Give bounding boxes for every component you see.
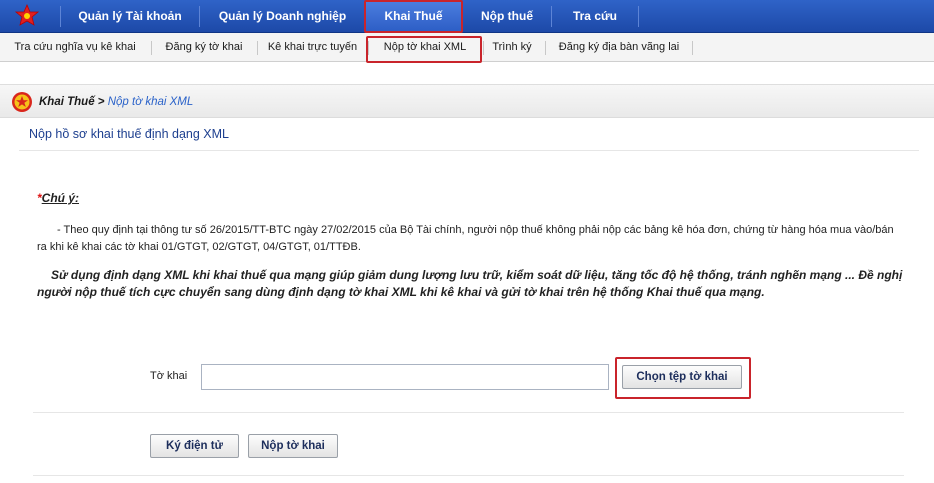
submit-declaration-button[interactable]: Nộp tờ khai bbox=[248, 434, 338, 458]
note-paragraph-1: - Theo quy định tại thông tư số 26/2015/… bbox=[37, 224, 894, 253]
breadcrumb-separator: > bbox=[94, 96, 108, 108]
topnav-quan-ly-tai-khoan[interactable]: Quản lý Tài khoản bbox=[61, 0, 199, 33]
digital-sign-button[interactable]: Ký điện tử bbox=[150, 434, 239, 458]
breadcrumb-bar: Khai Thuế > Nộp tờ khai XML bbox=[0, 84, 934, 118]
topnav-tra-cuu[interactable]: Tra cứu bbox=[552, 0, 638, 33]
breadcrumb: Khai Thuế > Nộp tờ khai XML bbox=[39, 85, 193, 119]
to-khai-label: Tờ khai bbox=[150, 370, 188, 382]
note-paragraph-2: Sử dụng định dạng XML khi khai thuế qua … bbox=[37, 268, 903, 299]
sub-navigation-bar: Tra cứu nghĩa vụ kê khai Đăng ký tờ khai… bbox=[0, 33, 934, 62]
subnav-trinh-ky[interactable]: Trình ký bbox=[486, 33, 538, 62]
note-heading: *Chú ý: bbox=[37, 191, 79, 205]
emblem-icon bbox=[14, 4, 40, 26]
subnav-ke-khai-truc-tuyen[interactable]: Kê khai trực tuyến bbox=[261, 33, 364, 62]
national-emblem-icon bbox=[12, 92, 32, 112]
divider bbox=[33, 475, 904, 476]
subnav-tra-cuu-nghia-vu[interactable]: Tra cứu nghĩa vụ kê khai bbox=[3, 33, 147, 62]
breadcrumb-current: Nộp tờ khai XML bbox=[107, 96, 194, 108]
page-title: Nộp hồ sơ khai thuế định dạng XML bbox=[29, 127, 229, 141]
topnav-nop-thue[interactable]: Nộp thuế bbox=[463, 0, 551, 33]
topnav-khai-thue[interactable]: Khai Thuế bbox=[366, 0, 461, 33]
note-heading-text: Chú ý: bbox=[41, 191, 80, 205]
breadcrumb-parent[interactable]: Khai Thuế bbox=[39, 96, 95, 108]
topnav-quan-ly-doanh-nghiep[interactable]: Quản lý Doanh nghiệp bbox=[200, 0, 365, 33]
subnav-dang-ky-dia-ban-vang-lai[interactable]: Đăng ký địa bàn vãng lai bbox=[549, 33, 689, 62]
divider bbox=[19, 150, 919, 151]
divider bbox=[33, 412, 904, 413]
subnav-dang-ky-to-khai[interactable]: Đăng ký tờ khai bbox=[155, 33, 253, 62]
choose-file-button[interactable]: Chọn tệp tờ khai bbox=[622, 365, 742, 389]
top-navigation-bar: Quản lý Tài khoản Quản lý Doanh nghiệp K… bbox=[0, 0, 934, 33]
file-path-input[interactable] bbox=[201, 364, 609, 390]
subnav-nop-to-khai-xml[interactable]: Nộp tờ khai XML bbox=[372, 33, 478, 62]
